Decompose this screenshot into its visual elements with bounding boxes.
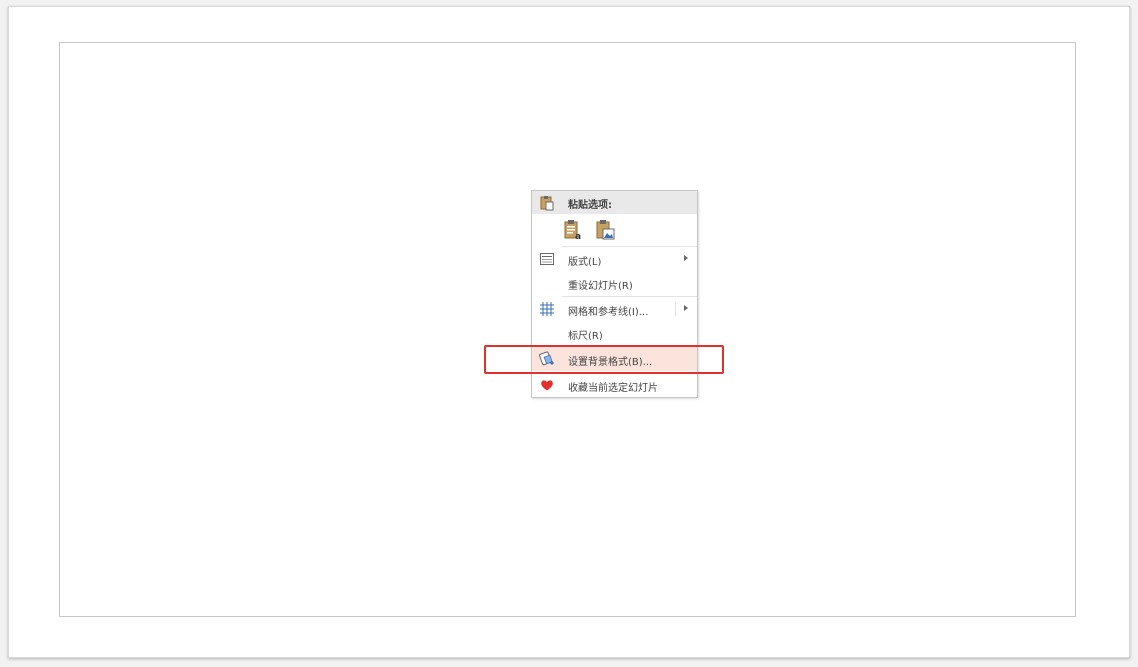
paste-picture-button[interactable] <box>594 219 616 241</box>
paste-text-icon: a <box>564 220 581 242</box>
heart-icon <box>539 377 555 393</box>
clipboard-icon <box>539 195 555 211</box>
svg-text:a: a <box>575 232 581 241</box>
layout-icon <box>539 251 555 267</box>
menu-item-reset-slide[interactable]: 重设幻灯片(R) <box>532 271 697 295</box>
paste-text-only-button[interactable]: a <box>562 219 584 242</box>
menu-item-label: 重设幻灯片(R) <box>568 281 633 292</box>
menu-item-layout[interactable]: 版式(L) <box>532 247 697 271</box>
menu-item-label: 网格和参考线(I)... <box>568 307 649 318</box>
paste-options-header: 粘贴选项: <box>532 191 697 214</box>
highlight-annotation-box <box>484 345 724 374</box>
menu-item-label: 标尺(R) <box>568 331 603 342</box>
paste-picture-icon <box>596 220 615 240</box>
submenu-arrow-icon <box>684 305 688 311</box>
grid-icon <box>539 301 555 317</box>
menu-item-label: 收藏当前选定幻灯片 <box>568 383 658 394</box>
menu-item-label: 版式(L) <box>568 257 602 268</box>
menu-item-grid-and-guides[interactable]: 网格和参考线(I)... <box>532 297 697 321</box>
submenu-arrow-icon <box>684 255 688 261</box>
menu-item-favorite-slide[interactable]: 收藏当前选定幻灯片 <box>532 373 697 397</box>
menu-item-ruler[interactable]: 标尺(R) <box>532 321 697 345</box>
paste-options-label: 粘贴选项: <box>568 200 612 211</box>
submenu-divider <box>675 302 676 316</box>
